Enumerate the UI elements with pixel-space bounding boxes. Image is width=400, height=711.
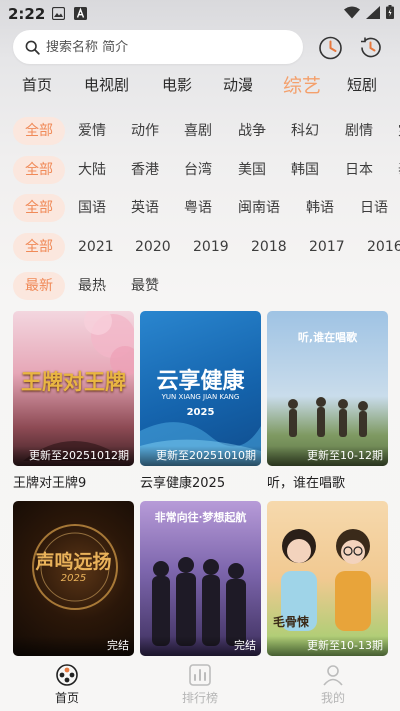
media-card[interactable]: 云享健康 YUN XIANG JIAN KANG 2025 更新至2025101… (140, 311, 261, 491)
a-notification-icon (74, 7, 87, 20)
filter-language-option[interactable]: 闽南语 (238, 194, 280, 222)
signal-icon (366, 5, 380, 19)
filter-region-option[interactable]: 美国 (238, 156, 266, 184)
timer-icon[interactable] (318, 35, 343, 60)
filter-region-option[interactable]: 香港 (131, 156, 159, 184)
sort-option-liked[interactable]: 最赞 (131, 272, 159, 300)
filter-row-language: 全部 国语 英语 粤语 闽南语 韩语 日语 (0, 194, 400, 222)
poster-image: 王牌对王牌 更新至20251012期 (13, 311, 134, 466)
filter-language-option[interactable]: 粤语 (184, 194, 212, 222)
hosts-art-icon (281, 529, 371, 631)
filter-year-option[interactable]: 2020 (135, 233, 171, 261)
media-card[interactable]: 毛骨悚 更新至10-13期 (267, 501, 388, 662)
poster-year-art: 2025 (60, 573, 87, 584)
media-card[interactable]: 非常向往·梦想起航 完结 (140, 501, 261, 662)
filter-row-sort: 最新 最热 最赞 (0, 272, 400, 300)
filter-type-option[interactable]: 剧情 (345, 117, 373, 145)
filter-year-option[interactable]: 2019 (193, 233, 229, 261)
filter-type-selected[interactable]: 全部 (13, 117, 65, 145)
card-title: 听，谁在唱歌 (267, 476, 346, 491)
filter-language-option[interactable]: 日语 (360, 194, 388, 222)
filter-row-region: 全部 大陆 香港 台湾 美国 韩国 日本 泰 (0, 156, 400, 184)
nav-home[interactable]: 首页 (37, 664, 97, 706)
status-time: 2:22 (8, 5, 46, 23)
nav-ranking[interactable]: 排行榜 (170, 664, 230, 706)
filter-type-option[interactable]: 动作 (131, 117, 159, 145)
filter-year-option[interactable]: 2021 (78, 233, 114, 261)
category-tabs: 首页 电视剧 电影 动漫 综艺 短剧 (0, 74, 400, 100)
filter-type-option[interactable]: 爱情 (78, 117, 106, 145)
filter-language-option[interactable]: 国语 (78, 194, 106, 222)
film-reel-icon (56, 664, 78, 686)
tab-home[interactable]: 首页 (22, 74, 52, 95)
profile-icon (323, 665, 343, 686)
filter-type-option[interactable]: 喜剧 (184, 117, 212, 145)
update-badge: 更新至20251012期 (13, 446, 134, 466)
poster-year-art: 2025 (186, 407, 215, 418)
filter-language-option[interactable]: 韩语 (306, 194, 334, 222)
media-card[interactable]: 声鸣远扬 2025 完结 (13, 501, 134, 662)
tab-variety[interactable]: 综艺 (283, 71, 321, 98)
update-badge: 更新至10-12期 (267, 446, 388, 466)
filter-region-option[interactable]: 大陆 (78, 156, 106, 184)
search-input[interactable] (46, 39, 276, 55)
filter-language-selected[interactable]: 全部 (13, 194, 65, 222)
update-badge: 完结 (13, 636, 134, 656)
nav-ranking-label: 排行榜 (181, 691, 218, 705)
search-bar[interactable] (13, 30, 303, 64)
filter-row-year: 全部 2021 2020 2019 2018 2017 2016 (0, 233, 400, 261)
media-card[interactable]: 王牌对王牌 更新至20251012期 王牌对王牌9 (13, 311, 134, 491)
nav-profile-label: 我的 (320, 691, 345, 705)
poster-image: 听,谁在唱歌 更新至10-12期 (267, 311, 388, 466)
tab-movies[interactable]: 电影 (162, 74, 192, 95)
status-bar: 2:22 (0, 0, 400, 28)
filter-year-option[interactable]: 2017 (309, 233, 345, 261)
image-notification-icon (52, 7, 65, 20)
sort-selected[interactable]: 最新 (13, 272, 65, 300)
poster-image: 毛骨悚 更新至10-13期 (267, 501, 388, 656)
poster-image: 非常向往·梦想起航 完结 (140, 501, 261, 656)
poster-title-art: 云享健康 (156, 369, 245, 394)
filter-region-selected[interactable]: 全部 (13, 156, 65, 184)
nav-home-label: 首页 (54, 691, 79, 705)
tab-tv-series[interactable]: 电视剧 (84, 74, 129, 95)
update-badge: 完结 (140, 636, 261, 656)
filter-type-option[interactable]: 战争 (238, 117, 266, 145)
poster-title-art: 听,谁在唱歌 (297, 331, 358, 344)
history-icon[interactable] (358, 35, 383, 60)
poster-title-art: 非常向往·梦想起航 (154, 511, 247, 524)
update-badge: 更新至10-13期 (267, 636, 388, 656)
sort-option-hot[interactable]: 最热 (78, 272, 106, 300)
filter-language-option[interactable]: 英语 (131, 194, 159, 222)
media-card[interactable]: 听,谁在唱歌 更新至10-12期 听，谁在唱歌 (267, 311, 388, 491)
poster-image: 云享健康 YUN XIANG JIAN KANG 2025 更新至2025101… (140, 311, 261, 466)
poster-title-art: 声鸣远扬 (35, 551, 112, 573)
filter-region-option[interactable]: 台湾 (184, 156, 212, 184)
tab-short-drama[interactable]: 短剧 (347, 74, 377, 95)
tab-anime[interactable]: 动漫 (223, 74, 253, 95)
card-title: 云享健康2025 (140, 476, 226, 491)
search-icon (25, 40, 40, 55)
update-badge: 更新至20251010期 (140, 446, 261, 466)
poster-title-art: 王牌对王牌 (21, 369, 126, 394)
filter-year-selected[interactable]: 全部 (13, 233, 65, 261)
filter-year-option[interactable]: 2016 (367, 233, 400, 261)
filter-type-option[interactable]: 科幻 (291, 117, 319, 145)
bottom-navigation: 首页 排行榜 我的 (0, 656, 400, 711)
filter-region-option[interactable]: 日本 (345, 156, 373, 184)
filter-row-type: 全部 爱情 动作 喜剧 战争 科幻 剧情 灾 (0, 117, 400, 145)
card-title: 王牌对王牌9 (13, 476, 87, 491)
nav-profile[interactable]: 我的 (303, 664, 363, 706)
poster-title-art: 毛骨悚 (273, 615, 310, 629)
battery-icon (386, 5, 394, 19)
filter-year-option[interactable]: 2018 (251, 233, 287, 261)
poster-image: 声鸣远扬 2025 完结 (13, 501, 134, 656)
poster-subtitle-art: YUN XIANG JIAN KANG (161, 393, 240, 401)
wifi-icon (344, 6, 360, 18)
chart-icon (189, 664, 211, 686)
filter-region-option[interactable]: 韩国 (291, 156, 319, 184)
